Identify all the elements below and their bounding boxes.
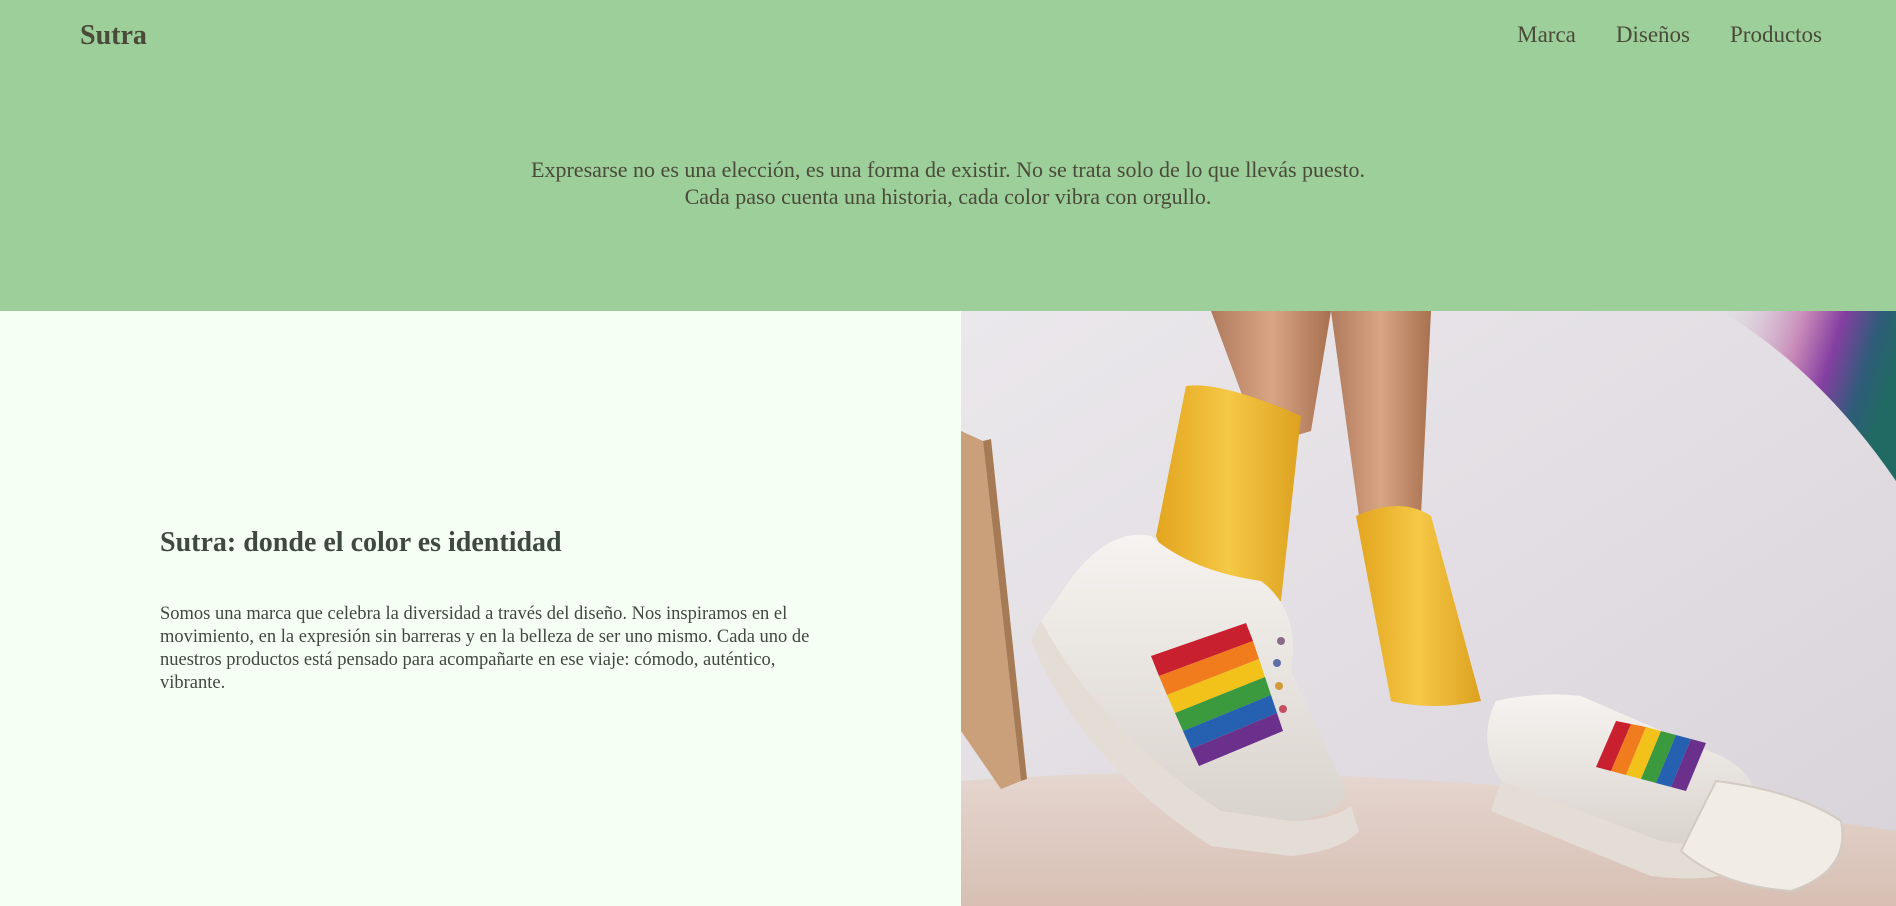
brand-logo[interactable]: Sutra: [80, 20, 147, 52]
hero-banner: Sutra Marca Diseños Productos Expresarse…: [0, 0, 1896, 311]
main-nav: Marca Diseños Productos: [1517, 22, 1822, 48]
about-body: Somos una marca que celebra la diversida…: [160, 604, 810, 693]
about-section: Sutra: donde el color es identidad Somos…: [0, 311, 1896, 906]
about-title: Sutra: donde el color es identidad: [160, 527, 562, 558]
nav-link-productos[interactable]: Productos: [1730, 22, 1822, 48]
sneakers-illustration: [961, 311, 1896, 906]
nav-link-marca[interactable]: Marca: [1517, 22, 1576, 48]
sneakers-photo: [961, 311, 1896, 906]
hero-tagline-line-2: Cada paso cuenta una historia, cada colo…: [684, 184, 1212, 209]
hero-tagline: Expresarse no es una elección, es una fo…: [0, 156, 1896, 210]
about-text-panel: Sutra: donde el color es identidad Somos…: [0, 311, 961, 906]
hero-tagline-line-1: Expresarse no es una elección, es una fo…: [531, 157, 1365, 182]
nav-link-disenos[interactable]: Diseños: [1616, 22, 1690, 48]
